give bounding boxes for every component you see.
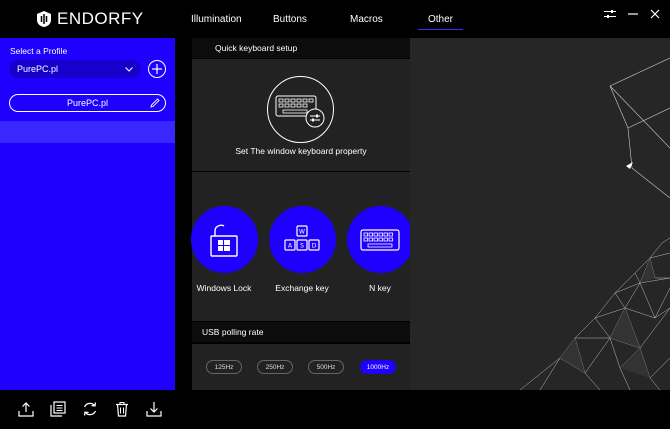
export-icon <box>146 402 162 417</box>
svg-text:D: D <box>312 242 317 249</box>
n-key-item[interactable]: N key <box>346 206 414 293</box>
geometric-pattern <box>519 57 670 390</box>
delete-button[interactable] <box>113 400 131 418</box>
key-functions: Windows Lock W A S D Exchange key N key <box>190 172 414 321</box>
tab-buttons[interactable]: Buttons <box>273 14 307 25</box>
windows-lock-icon <box>210 224 238 257</box>
chevron-down-icon <box>125 66 133 72</box>
exchange-key-label: Exchange key <box>275 283 329 293</box>
usb-polling-title: USB polling rate <box>202 327 264 337</box>
window-controls <box>604 9 660 19</box>
document-icon <box>50 401 66 417</box>
import-icon <box>18 402 34 417</box>
main-nav: Illumination Buttons Macros Other <box>0 14 670 34</box>
quick-setup-card[interactable]: Set The window keyboard property <box>192 59 410 171</box>
profile-select-value: PurePC.pl <box>17 64 59 74</box>
polling-500hz-button[interactable]: 500Hz <box>308 360 344 374</box>
top-bar: ENDORFY Illumination Buttons Macros Othe… <box>0 0 670 38</box>
pencil-icon[interactable] <box>150 98 160 108</box>
minimize-icon[interactable] <box>628 9 638 19</box>
usb-polling-options: 125Hz 250Hz 500Hz 1000Hz <box>192 344 410 390</box>
usb-polling-header: USB polling rate <box>192 322 410 342</box>
profile-name-button[interactable]: PurePC.pl <box>9 94 166 112</box>
svg-text:W: W <box>299 228 305 235</box>
tab-other[interactable]: Other <box>417 14 464 30</box>
quick-setup-header: Quick keyboard setup <box>192 38 410 58</box>
exchange-key-item[interactable]: W A S D Exchange key <box>268 206 336 293</box>
refresh-icon <box>83 402 97 416</box>
svg-text:A: A <box>288 242 293 249</box>
main-content: Quick keyboard setup Set The window keyb… <box>175 38 414 390</box>
polling-125hz-button[interactable]: 125Hz <box>206 360 242 374</box>
bottom-toolbar <box>0 390 670 429</box>
select-profile-label: Select a Profile <box>10 46 68 56</box>
wasd-keys-icon: W A S D <box>284 224 320 251</box>
svg-text:S: S <box>300 242 304 249</box>
profile-list-item-selected[interactable] <box>0 121 175 143</box>
n-key-label: N key <box>369 283 391 293</box>
settings-sliders-icon[interactable] <box>604 9 616 19</box>
reset-button[interactable] <box>81 400 99 418</box>
quick-setup-title: Quick keyboard setup <box>215 43 298 53</box>
add-profile-button[interactable] <box>148 60 166 78</box>
copy-profile-button[interactable] <box>49 400 67 418</box>
quick-setup-caption: Set The window keyboard property <box>235 146 367 156</box>
decorative-background <box>410 38 670 390</box>
polling-250hz-button[interactable]: 250Hz <box>257 360 293 374</box>
tab-macros[interactable]: Macros <box>350 14 383 25</box>
profile-name-label: PurePC.pl <box>66 98 109 108</box>
plus-icon <box>152 64 162 74</box>
import-button[interactable] <box>17 400 35 418</box>
profile-sidebar: Select a Profile PurePC.pl PurePC.pl <box>0 38 175 390</box>
windows-lock-label: Windows Lock <box>196 283 252 293</box>
polling-1000hz-button[interactable]: 1000Hz <box>360 360 396 374</box>
tab-illumination[interactable]: Illumination <box>191 14 242 25</box>
close-icon[interactable] <box>650 9 660 19</box>
keyboard-icon <box>360 228 400 251</box>
export-button[interactable] <box>145 400 163 418</box>
keyboard-settings-icon <box>267 76 334 143</box>
delete-icon <box>116 401 128 417</box>
windows-lock-item[interactable]: Windows Lock <box>190 206 258 293</box>
profile-select[interactable]: PurePC.pl <box>9 60 141 78</box>
